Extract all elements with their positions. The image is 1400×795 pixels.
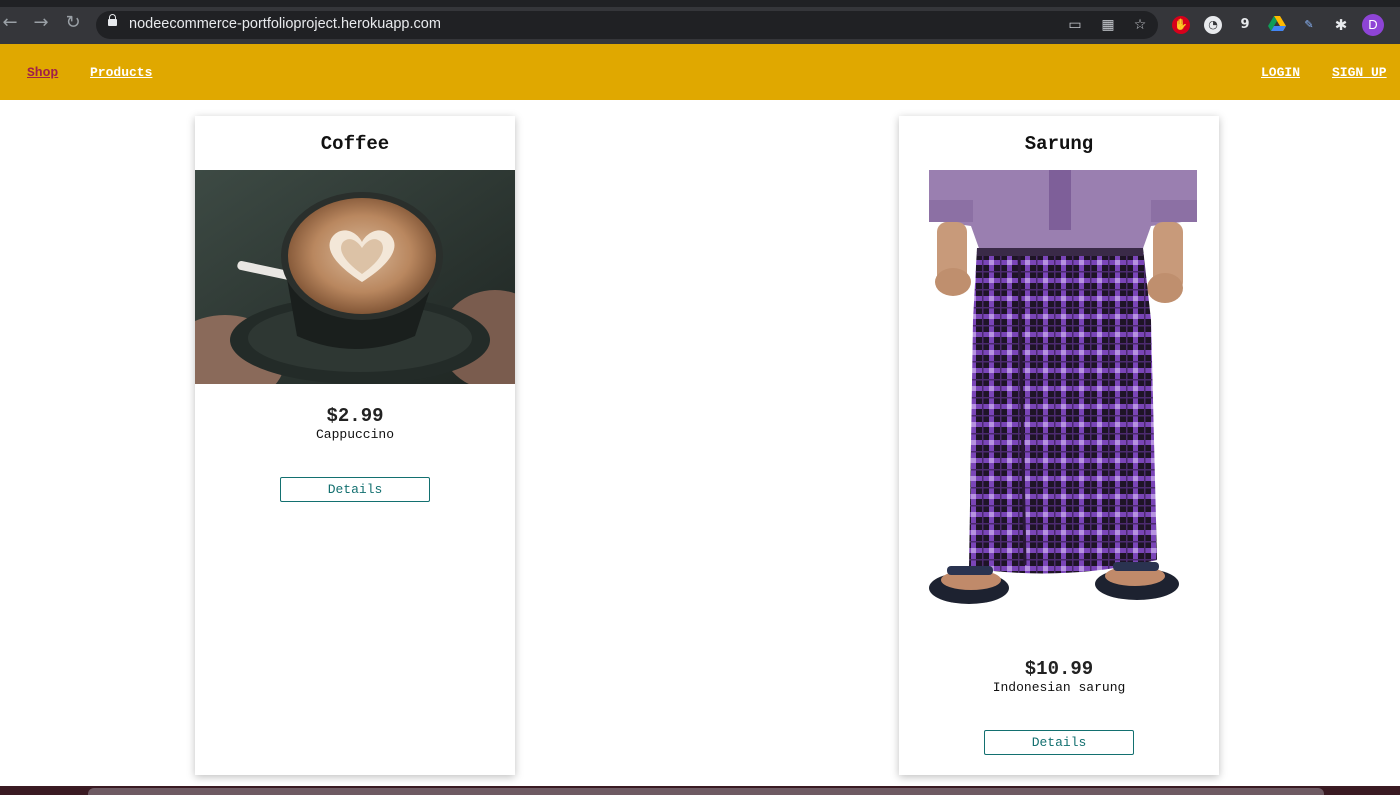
- reload-icon[interactable]: ↻: [63, 13, 83, 33]
- product-description: Cappuccino: [315, 427, 394, 442]
- nav-link-login[interactable]: LOGIN: [1261, 65, 1300, 80]
- sarung-image: [899, 170, 1219, 636]
- pen-extension-icon[interactable]: ✎: [1300, 16, 1318, 34]
- extension-badge-icon[interactable]: 9: [1236, 16, 1254, 34]
- browser-toolbar: ← → ↻ nodeecommerce-portfolioproject.her…: [0, 0, 1400, 44]
- product-card: Coffee $2.99 Cappuccino Details: [195, 116, 515, 775]
- cast-icon[interactable]: ▭: [1066, 16, 1084, 34]
- profile-avatar[interactable]: D: [1362, 14, 1384, 36]
- google-drive-icon[interactable]: [1268, 16, 1286, 34]
- dock: [0, 786, 1400, 795]
- extension-red-icon[interactable]: ✋: [1172, 16, 1190, 34]
- lock-icon[interactable]: [108, 14, 117, 26]
- address-bar[interactable]: nodeecommerce-portfolioproject.herokuapp…: [96, 11, 1158, 39]
- dock-shelf: [88, 788, 1324, 795]
- site-navbar: Shop Products LOGIN SIGN UP: [0, 44, 1400, 100]
- nav-link-sign-up[interactable]: SIGN UP: [1332, 65, 1387, 80]
- product-description: Indonesian sarung: [992, 680, 1126, 695]
- nav-link-products[interactable]: Products: [90, 65, 152, 80]
- details-button[interactable]: Details: [984, 730, 1134, 755]
- cappuccino-image: [195, 170, 515, 384]
- back-icon[interactable]: ←: [0, 13, 20, 33]
- extensions-puzzle-icon[interactable]: ✱: [1332, 16, 1350, 34]
- qr-code-icon[interactable]: ▦: [1099, 16, 1117, 34]
- product-price: $2.99: [326, 405, 384, 427]
- nav-link-shop[interactable]: Shop: [27, 65, 58, 80]
- product-price: $10.99: [1024, 658, 1094, 680]
- product-title: Coffee: [320, 133, 390, 155]
- extension-gauge-icon[interactable]: ◔: [1204, 16, 1222, 34]
- details-button[interactable]: Details: [280, 477, 430, 502]
- bookmark-star-icon[interactable]: ☆: [1131, 16, 1149, 34]
- forward-icon[interactable]: →: [31, 13, 51, 33]
- product-card: Sarung $10.99 Indonesian sarung Details: [899, 116, 1219, 775]
- tab-strip: [0, 0, 1400, 7]
- url-text[interactable]: nodeecommerce-portfolioproject.herokuapp…: [129, 16, 441, 32]
- product-title: Sarung: [1024, 133, 1094, 155]
